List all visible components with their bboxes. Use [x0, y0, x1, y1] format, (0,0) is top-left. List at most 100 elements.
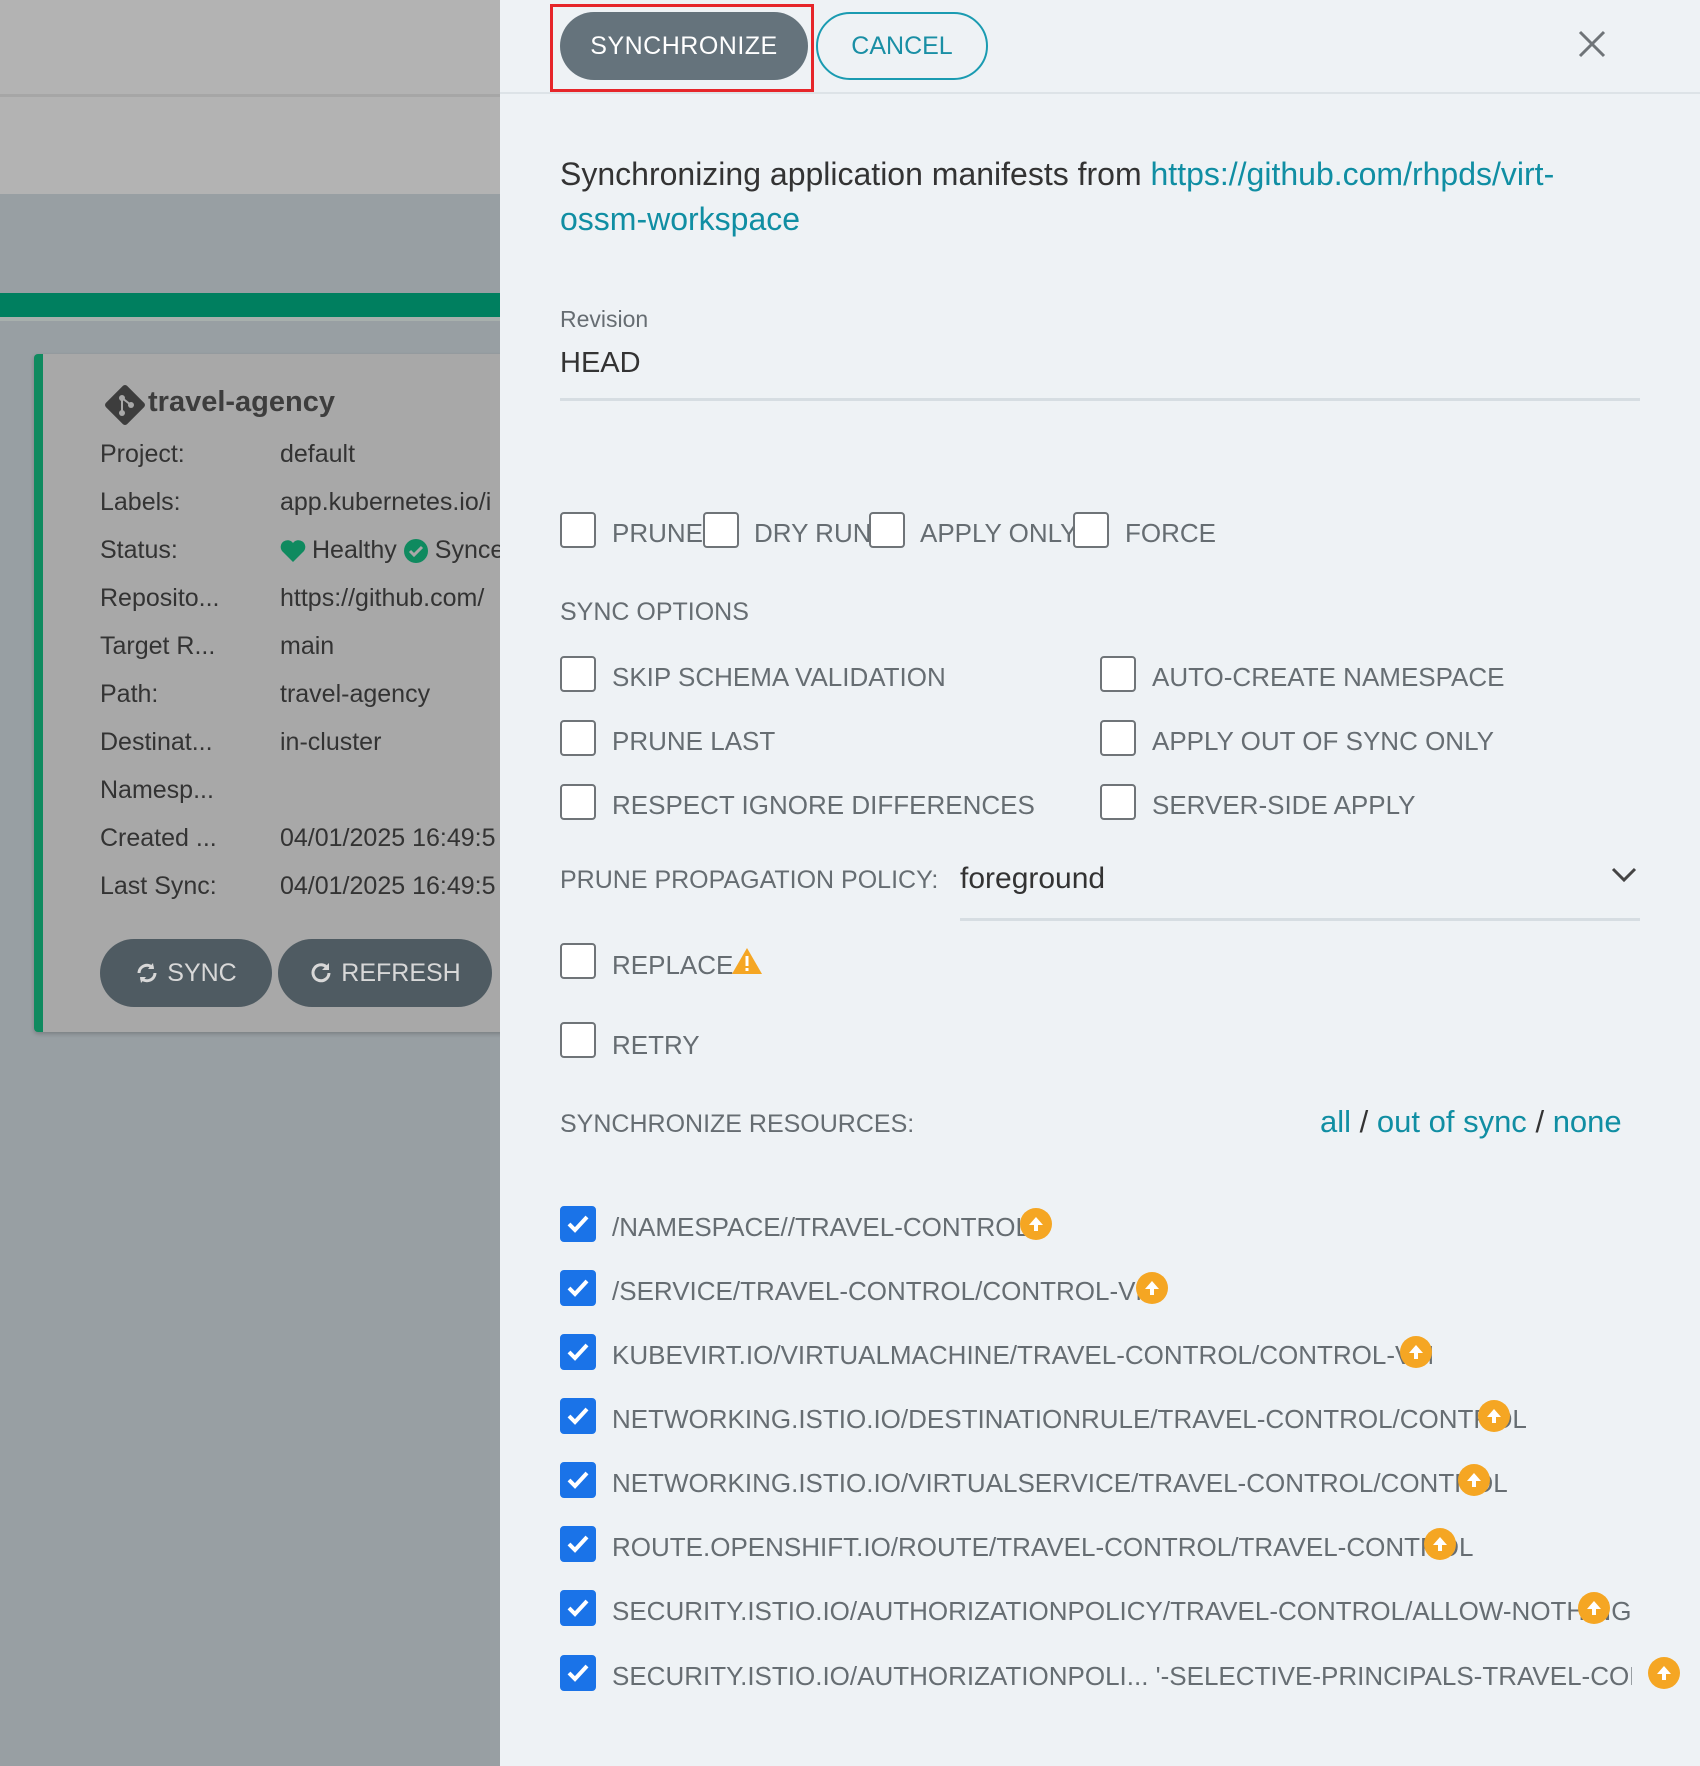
card-value-last-sync: 04/01/2025 16:49:5 [280, 872, 496, 900]
background-status-bar [0, 293, 500, 317]
check-icon [567, 1664, 589, 1682]
prune-label: PRUNE [612, 518, 704, 548]
resource-checkbox[interactable] [560, 1334, 596, 1370]
refresh-icon [311, 963, 331, 983]
card-label-destination: Destinat... [100, 728, 213, 756]
card-label-namespace: Namesp... [100, 776, 214, 804]
check-icon [567, 1343, 589, 1361]
card-label-labels: Labels: [100, 488, 181, 516]
resource-checkbox[interactable] [560, 1206, 596, 1242]
prune-last-label: PRUNE LAST [612, 726, 776, 756]
card-value-repository: https://github.com/ [280, 584, 485, 612]
out-of-sync-icon [1478, 1400, 1510, 1432]
filter-separator: / [1359, 1104, 1369, 1139]
repo-url-line1[interactable]: https://github.com/rhpds/virt- [1151, 156, 1555, 192]
apply-only-checkbox[interactable] [869, 512, 905, 548]
resource-label: SECURITY.ISTIO.IO/AUTHORIZATIONPOLI... '… [612, 1661, 1632, 1691]
out-of-sync-icon [1136, 1272, 1168, 1304]
card-value-destination: in-cluster [280, 728, 382, 756]
replace-checkbox[interactable] [560, 943, 596, 979]
resource-checkbox[interactable] [560, 1526, 596, 1562]
resource-label: KUBEVIRT.IO/VIRTUALMACHINE/TRAVEL-CONTRO… [612, 1340, 1435, 1370]
filter-none-link[interactable]: none [1553, 1104, 1622, 1139]
out-of-sync-icon [1020, 1208, 1052, 1240]
card-value-labels: app.kubernetes.io/i [280, 488, 492, 516]
prune-policy-underline [960, 918, 1640, 921]
card-label-created: Created ... [100, 824, 217, 852]
sync-options-title: SYNC OPTIONS [560, 598, 749, 626]
auto-create-namespace-checkbox[interactable] [1100, 656, 1136, 692]
out-of-sync-icon [1424, 1528, 1456, 1560]
health-status: Healthy [312, 536, 397, 564]
chevron-down-icon[interactable] [1610, 866, 1638, 884]
resource-label: NETWORKING.ISTIO.IO/DESTINATIONRULE/TRAV… [612, 1404, 1527, 1434]
out-of-sync-icon [1400, 1336, 1432, 1368]
sync-icon [137, 963, 157, 983]
prune-checkbox[interactable] [560, 512, 596, 548]
close-icon[interactable] [1574, 26, 1610, 62]
check-icon [567, 1215, 589, 1233]
resource-checkbox[interactable] [560, 1270, 596, 1306]
resource-label: SECURITY.ISTIO.IO/AUTHORIZATIONPOLICY/TR… [612, 1596, 1632, 1626]
repo-url-line2[interactable]: ossm-workspace [560, 201, 800, 238]
card-label-status: Status: [100, 536, 178, 564]
dry-run-checkbox[interactable] [703, 512, 739, 548]
auto-create-namespace-label: AUTO-CREATE NAMESPACE [1152, 662, 1505, 692]
resource-checkbox[interactable] [560, 1655, 596, 1691]
card-sync-button[interactable]: SYNC [100, 939, 272, 1007]
retry-checkbox[interactable] [560, 1022, 596, 1058]
intro-text: Synchronizing application manifests from [560, 156, 1151, 192]
card-label-last-sync: Last Sync: [100, 872, 217, 900]
respect-ignore-differences-checkbox[interactable] [560, 784, 596, 820]
card-refresh-button[interactable]: REFRESH [278, 939, 492, 1007]
card-label-path: Path: [100, 680, 159, 708]
server-side-apply-label: SERVER-SIDE APPLY [1152, 790, 1416, 820]
background-status-underline [0, 317, 500, 321]
dry-run-label: DRY RUN [754, 518, 872, 548]
respect-ignore-differences-label: RESPECT IGNORE DIFFERENCES [612, 790, 1035, 820]
resource-label: /NAMESPACE//TRAVEL-CONTROL [612, 1212, 1030, 1242]
skip-schema-validation-checkbox[interactable] [560, 656, 596, 692]
filter-out-of-sync-link[interactable]: out of sync [1377, 1104, 1527, 1139]
background-header [0, 0, 500, 97]
resource-checkbox[interactable] [560, 1590, 596, 1626]
cancel-button[interactable]: CANCEL [816, 12, 988, 80]
apply-out-of-sync-only-checkbox[interactable] [1100, 720, 1136, 756]
apply-out-of-sync-only-label: APPLY OUT OF SYNC ONLY [1152, 726, 1494, 756]
card-value-created: 04/01/2025 16:49:5 [280, 824, 496, 852]
filter-all-link[interactable]: all [1320, 1104, 1351, 1139]
card-value-project: default [280, 440, 356, 468]
check-icon [567, 1471, 589, 1489]
card-value-status: Healthy Synce [280, 536, 504, 565]
resource-checkbox[interactable] [560, 1398, 596, 1434]
revision-input[interactable]: HEAD [560, 347, 641, 380]
check-icon [567, 1535, 589, 1553]
revision-label: Revision [560, 306, 649, 332]
resource-label: /SERVICE/TRAVEL-CONTROL/CONTROL-VM [612, 1276, 1158, 1306]
app-card-title[interactable]: travel-agency [148, 386, 335, 419]
skip-schema-validation-label: SKIP SCHEMA VALIDATION [612, 662, 946, 692]
check-icon [567, 1407, 589, 1425]
replace-label: REPLACE [612, 950, 734, 980]
server-side-apply-checkbox[interactable] [1100, 784, 1136, 820]
force-checkbox[interactable] [1073, 512, 1109, 548]
synchronize-resources-label: SYNCHRONIZE RESOURCES: [560, 1110, 915, 1138]
card-value-target-revision: main [280, 632, 335, 660]
card-label-repository: Reposito... [100, 584, 220, 612]
resource-checkbox[interactable] [560, 1462, 596, 1498]
warning-icon [732, 948, 762, 974]
card-refresh-label: REFRESH [341, 958, 461, 987]
card-label-target-revision: Target R... [100, 632, 216, 660]
heart-icon [280, 539, 306, 562]
check-icon [567, 1599, 589, 1617]
git-diamond-icon [105, 385, 145, 425]
synchronize-highlight [550, 4, 814, 92]
intro-line1: Synchronizing application manifests from… [560, 156, 1554, 193]
prune-last-checkbox[interactable] [560, 720, 596, 756]
prune-propagation-policy-select[interactable]: foreground [960, 862, 1105, 896]
card-value-path: travel-agency [280, 680, 431, 708]
revision-underline [560, 398, 1640, 401]
prune-propagation-policy-label: PRUNE PROPAGATION POLICY: [560, 866, 939, 894]
resource-filter: all / out of sync / none [1320, 1104, 1622, 1140]
resource-label: NETWORKING.ISTIO.IO/VIRTUALSERVICE/TRAVE… [612, 1468, 1508, 1498]
